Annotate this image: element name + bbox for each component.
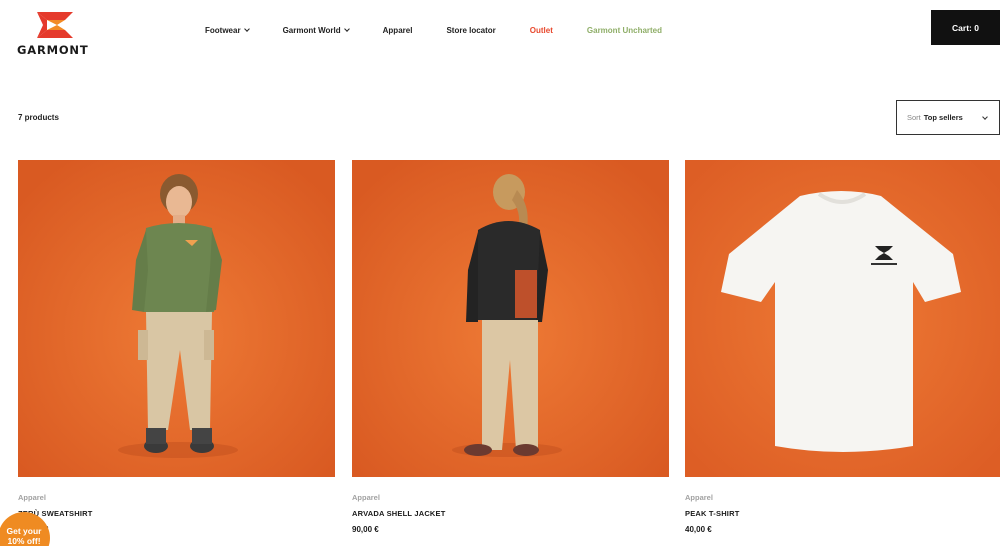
brand-name: GARMONT <box>17 43 89 57</box>
chevron-down-icon <box>243 26 250 32</box>
chevron-down-icon <box>343 26 350 32</box>
nav-item-footwear[interactable]: Footwear <box>205 24 250 36</box>
nav-item-label: Garmont World <box>282 25 341 35</box>
product-category: Apparel <box>685 493 713 502</box>
cart-button[interactable]: Cart: 0 <box>931 10 1000 45</box>
nav-item-label: Garmont Uncharted <box>586 25 663 35</box>
nav-item-label: Footwear <box>205 25 241 35</box>
nav-item-garmont-uncharted[interactable]: Garmont Uncharted <box>587 24 662 36</box>
chevron-down-icon <box>982 114 988 120</box>
product-card[interactable]: Apparel ARVADA SHELL JACKET 90,00 € <box>352 160 669 546</box>
product-category: Apparel <box>352 493 380 502</box>
main-nav: Footwear Garmont World Apparel Store loc… <box>205 24 696 36</box>
nav-item-label: Store locator <box>446 25 496 35</box>
nav-item-label: Apparel <box>382 25 413 35</box>
tshirt-illustration-icon <box>685 160 1000 477</box>
product-category: Apparel <box>18 493 46 502</box>
site-header: GARMONT Footwear Garmont World Apparel S… <box>0 0 1000 62</box>
product-image[interactable] <box>352 160 669 477</box>
product-image[interactable] <box>18 160 335 477</box>
product-price: 90,00 € <box>352 525 379 534</box>
sort-label: Sort <box>907 113 921 122</box>
nav-item-apparel[interactable]: Apparel <box>383 24 413 36</box>
product-card[interactable]: Apparel PEAK T-SHIRT 40,00 € <box>685 160 1000 546</box>
sort-value: Top sellers <box>923 113 963 122</box>
product-price: 40,00 € <box>685 525 712 534</box>
product-card[interactable]: Apparel ZERÙ SWEATSHIRT € <box>18 160 335 546</box>
product-count: 7 products <box>18 113 59 122</box>
person-jacket-illustration-icon <box>352 160 669 477</box>
nav-item-garmont-world[interactable]: Garmont World <box>282 24 350 36</box>
product-name[interactable]: PEAK T-SHIRT <box>685 509 740 518</box>
garmont-logo-icon <box>37 12 73 38</box>
product-image[interactable] <box>685 160 1000 477</box>
nav-item-outlet[interactable]: Outlet <box>530 24 553 36</box>
badge-line-1: Get your <box>6 526 42 536</box>
garmont-logo[interactable]: GARMONT <box>17 10 101 57</box>
badge-line-2: 10% off! <box>7 536 41 546</box>
sort-select[interactable]: Sort Top sellers <box>896 100 1000 135</box>
nav-item-label: Outlet <box>529 25 553 35</box>
nav-item-store-locator[interactable]: Store locator <box>446 24 495 36</box>
person-sweatshirt-illustration-icon <box>18 160 335 477</box>
product-name[interactable]: ARVADA SHELL JACKET <box>352 509 446 518</box>
